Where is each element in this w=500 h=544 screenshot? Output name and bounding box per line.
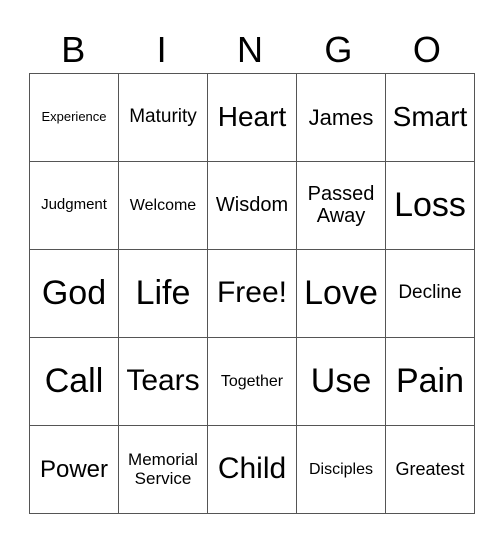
bingo-cell[interactable]: Life <box>118 249 208 338</box>
bingo-cell[interactable]: Smart <box>385 73 475 162</box>
bingo-cell[interactable]: Pain <box>385 337 475 426</box>
header-letter-b: B <box>61 29 86 70</box>
card-row: Experience Maturity Heart James Smart <box>29 73 475 162</box>
bingo-cell[interactable]: Tears <box>118 337 208 426</box>
bingo-cell[interactable]: Greatest <box>385 425 475 514</box>
bingo-cell[interactable]: Heart <box>207 73 297 162</box>
bingo-cell[interactable]: James <box>296 73 386 162</box>
bingo-cell[interactable]: Disciples <box>296 425 386 514</box>
bingo-cell[interactable]: Memorial Service <box>118 425 208 514</box>
card-row: Judgment Welcome Wisdom Passed Away Loss <box>29 161 475 250</box>
bingo-cell free-space[interactable]: Free! <box>207 249 297 338</box>
bingo-cell[interactable]: Loss <box>385 161 475 250</box>
header-letter-g: G <box>324 29 353 70</box>
bingo-cell[interactable]: Love <box>296 249 386 338</box>
card-row: Power Memorial Service Child Disciples G… <box>29 425 475 514</box>
bingo-cell[interactable]: Wisdom <box>207 161 297 250</box>
bingo-cell[interactable]: Maturity <box>118 73 208 162</box>
bingo-cell[interactable]: Passed Away <box>296 161 386 250</box>
bingo-cell[interactable]: Together <box>207 337 297 426</box>
card-row: Call Tears Together Use Pain <box>29 337 475 426</box>
header-letter-i: I <box>156 29 167 70</box>
header-letter-o: O <box>412 29 441 70</box>
header-letter-n: N <box>237 29 264 70</box>
bingo-header: B I N G O <box>29 28 471 72</box>
bingo-cell[interactable]: Child <box>207 425 297 514</box>
bingo-card: Experience Maturity Heart James Smart Ju… <box>29 73 475 514</box>
bingo-cell[interactable]: Decline <box>385 249 475 338</box>
bingo-cell[interactable]: Use <box>296 337 386 426</box>
bingo-cell[interactable]: God <box>29 249 119 338</box>
bingo-cell[interactable]: Welcome <box>118 161 208 250</box>
bingo-cell[interactable]: Judgment <box>29 161 119 250</box>
bingo-cell[interactable]: Experience <box>29 73 119 162</box>
bingo-cell[interactable]: Call <box>29 337 119 426</box>
bingo-cell[interactable]: Power <box>29 425 119 514</box>
card-row: God Life Free! Love Decline <box>29 249 475 338</box>
